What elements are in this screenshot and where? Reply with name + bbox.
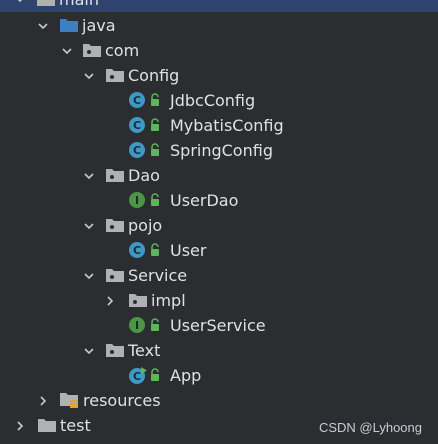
tree-node-pojo[interactable]: pojo	[0, 213, 438, 238]
interface-icon: I	[128, 316, 148, 334]
tree-node-user[interactable]: C User	[0, 238, 438, 263]
chevron-down-icon[interactable]	[82, 219, 96, 233]
interface-badge-letter: I	[135, 319, 139, 332]
tree-node-label: JdbcConfig	[170, 91, 256, 110]
chevron-down-icon[interactable]	[82, 344, 96, 358]
tree-node-userdao[interactable]: I UserDao	[0, 188, 438, 213]
tree-node-label: Dao	[128, 166, 160, 185]
tree-node-label: MybatisConfig	[170, 116, 284, 135]
tree-node-userservice[interactable]: I UserService	[0, 313, 438, 338]
chevron-down-icon[interactable]	[82, 269, 96, 283]
lock-icon	[149, 366, 169, 384]
lock-icon	[149, 116, 169, 134]
package-icon	[105, 166, 125, 184]
tree-node-service[interactable]: Service	[0, 263, 438, 288]
tree-node-label: java	[82, 16, 116, 35]
folder-icon	[37, 416, 57, 434]
tree-node-main[interactable]: main	[0, 0, 438, 12]
lock-icon	[149, 141, 169, 159]
package-icon	[82, 41, 102, 59]
class-badge-letter: C	[133, 119, 141, 132]
tree-node-label: Config	[128, 66, 180, 85]
tree-node-label: User	[170, 241, 207, 260]
class-badge-letter: C	[133, 370, 141, 383]
tree-node-label: pojo	[128, 216, 163, 235]
tree-node-mybatisconfig[interactable]: C MybatisConfig	[0, 113, 438, 138]
tree-node-label: App	[170, 366, 202, 385]
chevron-right-icon[interactable]	[13, 419, 27, 433]
lock-icon	[149, 316, 169, 334]
tree-node-config[interactable]: Config	[0, 63, 438, 88]
folder-icon	[36, 0, 56, 8]
chevron-right-icon[interactable]	[36, 394, 50, 408]
class-icon: C	[128, 116, 148, 134]
tree-node-label: resources	[83, 391, 161, 410]
tree-node-springconfig[interactable]: C SpringConfig	[0, 138, 438, 163]
interface-icon: I	[128, 191, 148, 209]
tree-node-dao[interactable]: Dao	[0, 163, 438, 188]
chevron-down-icon[interactable]	[82, 69, 96, 83]
tree-node-label: impl	[151, 291, 186, 310]
class-icon: C	[128, 141, 148, 159]
lock-icon	[149, 91, 169, 109]
tree-node-resources[interactable]: resources	[0, 388, 438, 413]
package-icon	[105, 216, 125, 234]
tree-node-label: SpringConfig	[170, 141, 273, 160]
source-folder-icon	[59, 16, 79, 34]
resources-folder-icon	[59, 391, 79, 409]
class-badge-letter: C	[133, 144, 141, 157]
tree-node-jdbcconfig[interactable]: C JdbcConfig	[0, 88, 438, 113]
class-badge-letter: C	[133, 94, 141, 107]
tree-node-label: Service	[128, 266, 188, 285]
tree-node-label: com	[105, 41, 140, 60]
class-icon: C	[128, 241, 148, 259]
tree-node-java[interactable]: java	[0, 13, 438, 38]
package-icon	[105, 66, 125, 84]
chevron-down-icon[interactable]	[36, 19, 50, 33]
tree-node-text[interactable]: Text	[0, 338, 438, 363]
runnable-class-icon: C	[128, 366, 148, 384]
tree-node-label: UserDao	[170, 191, 239, 210]
chevron-down-icon[interactable]	[82, 169, 96, 183]
tree-node-label: UserService	[170, 316, 266, 335]
tree-node-label: test	[60, 416, 91, 435]
class-badge-letter: C	[133, 244, 141, 257]
interface-badge-letter: I	[135, 194, 139, 207]
lock-icon	[149, 241, 169, 259]
package-icon	[105, 341, 125, 359]
package-icon	[105, 266, 125, 284]
watermark: CSDN @Lyhoong	[318, 420, 422, 435]
package-icon	[128, 291, 148, 309]
chevron-down-icon[interactable]	[13, 0, 27, 6]
lock-icon	[149, 191, 169, 209]
tree-node-label: main	[59, 0, 99, 10]
tree-node-com[interactable]: com	[0, 38, 438, 63]
tree-node-impl[interactable]: impl	[0, 288, 438, 313]
chevron-right-icon[interactable]	[103, 294, 117, 308]
chevron-down-icon[interactable]	[60, 44, 74, 58]
tree-node-label: Text	[128, 341, 161, 360]
tree-node-app[interactable]: C App	[0, 363, 438, 388]
class-icon: C	[128, 91, 148, 109]
